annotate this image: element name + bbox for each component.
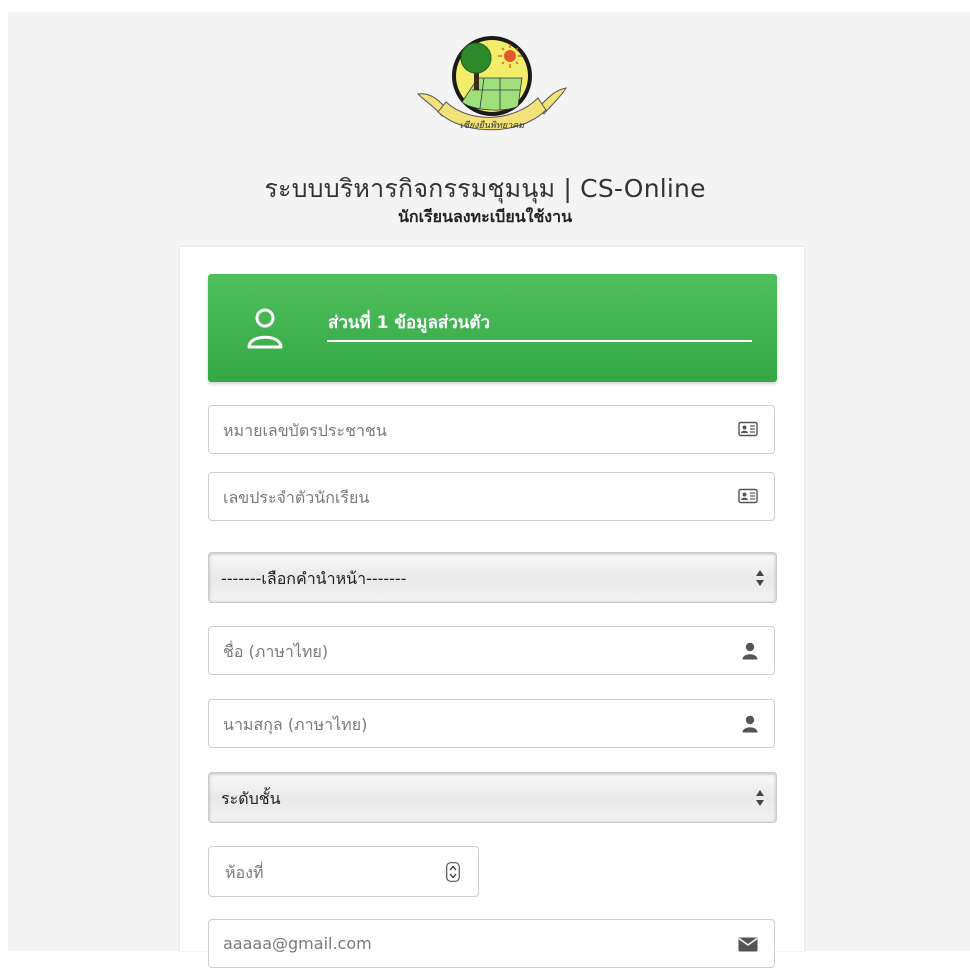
registration-card: ส่วนที่ 1 ข้อมูลส่วนตัว หมายเลขบัตรประชา… — [180, 247, 804, 968]
lastname-placeholder: นามสกุล (ภาษาไทย) — [223, 715, 368, 734]
national-id-field[interactable]: หมายเลขบัตรประชาชน — [208, 405, 775, 454]
user-icon — [742, 715, 758, 733]
spinner-icon[interactable] — [446, 862, 460, 882]
room-number-field[interactable]: ห้องที่ — [208, 846, 479, 897]
section-title: ส่วนที่ 1 ข้อมูลส่วนตัว — [328, 313, 490, 333]
student-id-placeholder: เลขประจำตัวนักเรียน — [223, 488, 370, 507]
select-arrows-icon — [756, 790, 764, 806]
section-divider — [327, 340, 752, 342]
student-id-field[interactable]: เลขประจำตัวนักเรียน — [208, 472, 775, 521]
prefix-select-value: -------เลือกคำนำหน้า------- — [221, 569, 407, 588]
room-number-placeholder: ห้องที่ — [225, 863, 264, 882]
page-subtitle: นักเรียนลงทะเบียนใช้งาน — [397, 207, 573, 226]
school-logo: เชียงยืนพิทยาคม — [414, 32, 570, 140]
section-header: ส่วนที่ 1 ข้อมูลส่วนตัว — [208, 274, 777, 382]
email-field[interactable]: aaaaa@gmail.com — [208, 919, 775, 968]
user-icon — [742, 642, 758, 660]
id-card-icon — [738, 421, 758, 437]
user-outline-icon — [247, 308, 283, 349]
prefix-select[interactable]: -------เลือกคำนำหน้า------- — [208, 552, 777, 603]
grade-select-value: ระดับชั้น — [221, 789, 281, 808]
lastname-field[interactable]: นามสกุล (ภาษาไทย) — [208, 699, 775, 748]
envelope-icon — [738, 937, 758, 952]
grade-select[interactable]: ระดับชั้น — [208, 772, 777, 823]
email-placeholder: aaaaa@gmail.com — [223, 934, 372, 953]
logo-ribbon-text: เชียงยืนพิทยาคม — [460, 120, 525, 131]
page-title: ระบบบริหารกิจกรรมชุมนุม | CS-Online — [264, 174, 706, 203]
firstname-placeholder: ชื่อ (ภาษาไทย) — [223, 642, 329, 661]
select-arrows-icon — [756, 570, 764, 586]
id-card-icon — [738, 488, 758, 504]
national-id-placeholder: หมายเลขบัตรประชาชน — [223, 421, 387, 440]
firstname-field[interactable]: ชื่อ (ภาษาไทย) — [208, 626, 775, 675]
